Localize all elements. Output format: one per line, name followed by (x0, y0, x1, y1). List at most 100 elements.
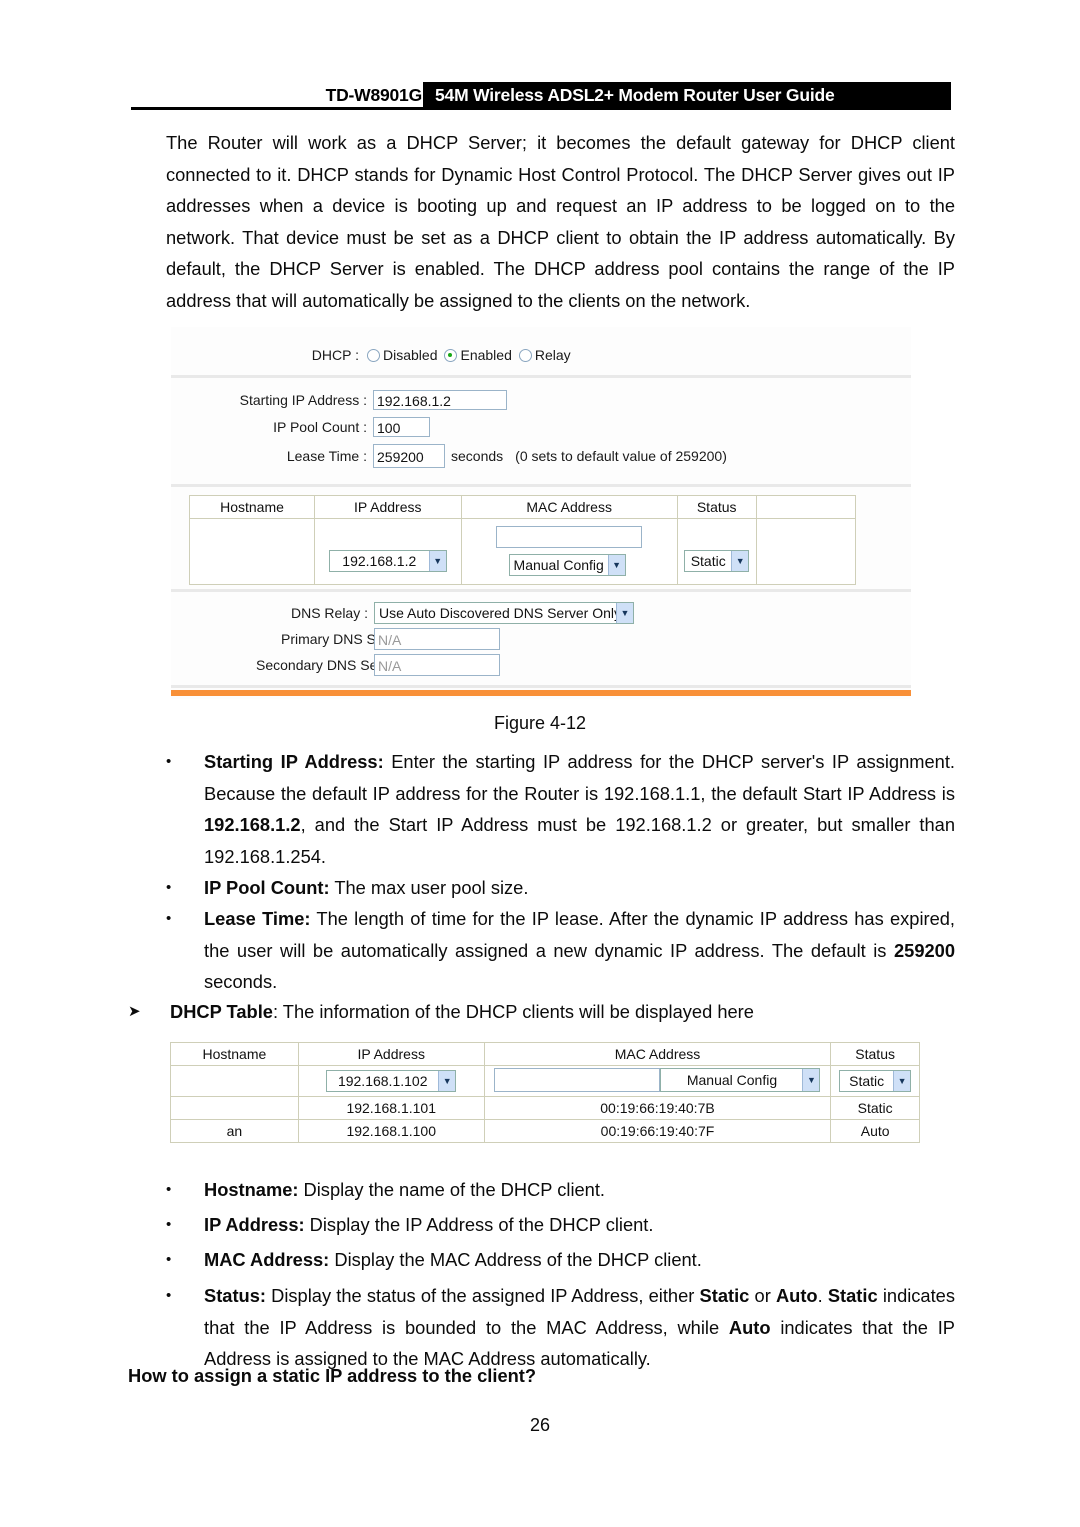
bullet-marker: • (166, 1251, 172, 1268)
bullet-marker: • (166, 1216, 172, 1233)
cell-status: Static ▼ (676, 518, 757, 585)
secondary-dns-input[interactable]: N/A (374, 654, 500, 676)
bullet-dhcp-table: ➤ DHCP Table: The information of the DHC… (128, 996, 960, 1028)
bullet-lease-time: • Lease Time: The length of time for the… (166, 903, 956, 998)
section-divider-2 (171, 484, 911, 487)
dns-relay-row: DNS Relay : Use Auto Discovered DNS Serv… (281, 602, 634, 624)
intro-paragraph: The Router will work as a DHCP Server; i… (166, 132, 955, 311)
radio-disabled-icon (367, 348, 380, 362)
bullet-bold-3: Static (827, 1285, 878, 1306)
section-divider-3 (171, 589, 911, 592)
header-title: 54M Wireless ADSL2+ Modem Router User Gu… (435, 85, 835, 105)
bullet-marker: • (166, 910, 172, 927)
mac-config-select-value: Manual Config (686, 1071, 778, 1088)
cell-status: Auto (830, 1119, 920, 1143)
mac-config-select-value: Manual Config (513, 556, 604, 573)
dhcp-clients-table: Hostname IP Address MAC Address Status 1… (170, 1042, 920, 1143)
ip-address-select[interactable]: 192.168.1.2 ▼ (328, 549, 447, 572)
page-header: TD-W8901G 54M Wireless ADSL2+ Modem Rout… (131, 82, 951, 110)
bullet-text: Display the name of the DHCP client. (298, 1179, 605, 1200)
bullet-term: Lease Time: (204, 908, 311, 929)
table-row: 192.168.1.102 ▼ Manual Config ▼ Static ▼ (170, 1065, 920, 1097)
cell-status: Static (830, 1096, 920, 1120)
cell-hostname (170, 1065, 299, 1097)
cell-spacer (755, 518, 857, 585)
secondary-dns-label: Secondary DNS Server : (256, 657, 410, 673)
dns-relay-select[interactable]: Use Auto Discovered DNS Server Only ▼ (374, 602, 634, 624)
radio-relay-icon (518, 348, 532, 362)
cell-ip-address: 192.168.1.2 ▼ (314, 518, 462, 585)
bullet-marker: • (166, 1181, 172, 1198)
starting-ip-input[interactable]: 192.168.1.2 (373, 390, 507, 410)
lease-time-hint: (0 sets to default value of 259200) (515, 448, 727, 464)
bullet-term: IP Address: (204, 1214, 305, 1235)
header-model-name: TD-W8901G (325, 85, 423, 105)
document-page: TD-W8901G 54M Wireless ADSL2+ Modem Rout… (0, 0, 1080, 1527)
bullet-status: • Status: Display the status of the assi… (166, 1280, 955, 1375)
ip-pool-count-label: IP Pool Count : (273, 419, 367, 435)
table-row: 192.168.1.2 ▼ Manual Config ▼ Static ▼ (189, 518, 857, 585)
starting-ip-row: Starting IP Address : 192.168.1.2 (231, 390, 507, 410)
dhcp-radio-enabled[interactable]: Enabled (444, 347, 512, 363)
col-mac-address: MAC Address (483, 1042, 832, 1066)
bullet-ip-address: • IP Address: Display the IP Address of … (166, 1209, 955, 1241)
bullet-bold-1: Static (699, 1285, 750, 1306)
bullet-text-3: . (817, 1285, 828, 1306)
bullet-mac-address: • MAC Address: Display the MAC Address o… (166, 1244, 955, 1276)
header-rule (131, 107, 951, 110)
ip-pool-count-row: IP Pool Count : 100 (231, 417, 430, 437)
dhcp-option-enabled-label: Enabled (460, 347, 512, 363)
cell-hostname: an (170, 1119, 299, 1143)
bullet-text: Display the IP Address of the DHCP clien… (304, 1214, 654, 1235)
table-row: an 192.168.1.100 00:19:66:19:40:7F Auto (170, 1119, 920, 1143)
ip-pool-count-input[interactable]: 100 (373, 417, 430, 437)
bullet-text: The length of time for the IP lease. Aft… (204, 908, 956, 961)
bullet-text: Display the MAC Address of the DHCP clie… (329, 1249, 702, 1270)
bullet-marker: • (166, 1287, 172, 1304)
mac-address-input[interactable] (495, 525, 642, 548)
section-divider-1 (171, 375, 911, 378)
lease-time-input[interactable]: 259200 (373, 444, 445, 468)
radio-enabled-icon (444, 348, 458, 362)
cell-hostname (170, 1096, 299, 1120)
col-status: Status (676, 495, 757, 519)
bullet-arrow-marker: ➤ (128, 1003, 141, 1020)
ip-address-select[interactable]: 192.168.1.102 ▼ (326, 1070, 457, 1092)
cell-status: Static ▼ (830, 1065, 920, 1097)
lease-time-label: Lease Time : (286, 448, 367, 464)
primary-dns-label: Primary DNS Server : (281, 631, 416, 647)
status-select[interactable]: Static ▼ (839, 1070, 912, 1092)
cell-mac-address: 00:19:66:19:40:7F (483, 1119, 832, 1143)
howto-heading: How to assign a static IP address to the… (128, 1365, 537, 1386)
primary-dns-input[interactable]: N/A (374, 628, 500, 650)
mac-config-select[interactable]: Manual Config ▼ (660, 1067, 821, 1092)
mac-address-input[interactable] (494, 1067, 661, 1092)
bullet-term: DHCP Table (170, 1001, 273, 1022)
chevron-down-icon: ▼ (438, 1071, 456, 1091)
cell-ip-address: 192.168.1.100 (297, 1119, 485, 1143)
dhcp-mode-row: DHCP : Disabled Enabled Relay (301, 347, 578, 363)
dhcp-reservation-table: Hostname IP Address MAC Address Status 1… (189, 495, 857, 585)
col-spacer (755, 495, 857, 519)
dhcp-radio-relay[interactable]: Relay (518, 347, 571, 363)
bullet-text: : The information of the DHCP clients wi… (272, 1001, 754, 1022)
bullet-text-2: , and the Start IP Address must be 192.1… (204, 814, 955, 867)
cell-ip-address: 192.168.1.101 (297, 1096, 485, 1120)
primary-dns-row: Primary DNS Server : N/A (281, 628, 500, 650)
status-select[interactable]: Static ▼ (684, 549, 750, 572)
chevron-down-icon: ▼ (802, 1068, 820, 1091)
secondary-dns-row: Secondary DNS Server : N/A (256, 654, 500, 676)
figure-caption: Figure 4-12 (493, 713, 587, 733)
cell-mac-address: 00:19:66:19:40:7B (483, 1096, 832, 1120)
dhcp-radio-disabled[interactable]: Disabled (367, 347, 437, 363)
mac-config-select[interactable]: Manual Config ▼ (508, 553, 626, 576)
bullet-bold-2: Auto (775, 1285, 818, 1306)
section-divider-4 (171, 685, 911, 688)
bullet-bold-4: Auto (728, 1316, 771, 1338)
bullet-marker: • (166, 753, 172, 770)
ip-address-select-value: 192.168.1.102 (337, 1073, 428, 1089)
table-header-row: Hostname IP Address MAC Address Status (189, 495, 857, 519)
chevron-down-icon: ▼ (428, 550, 446, 571)
ip-address-select-value: 192.168.1.2 (342, 552, 417, 569)
bullet-term: Status: (204, 1285, 266, 1306)
